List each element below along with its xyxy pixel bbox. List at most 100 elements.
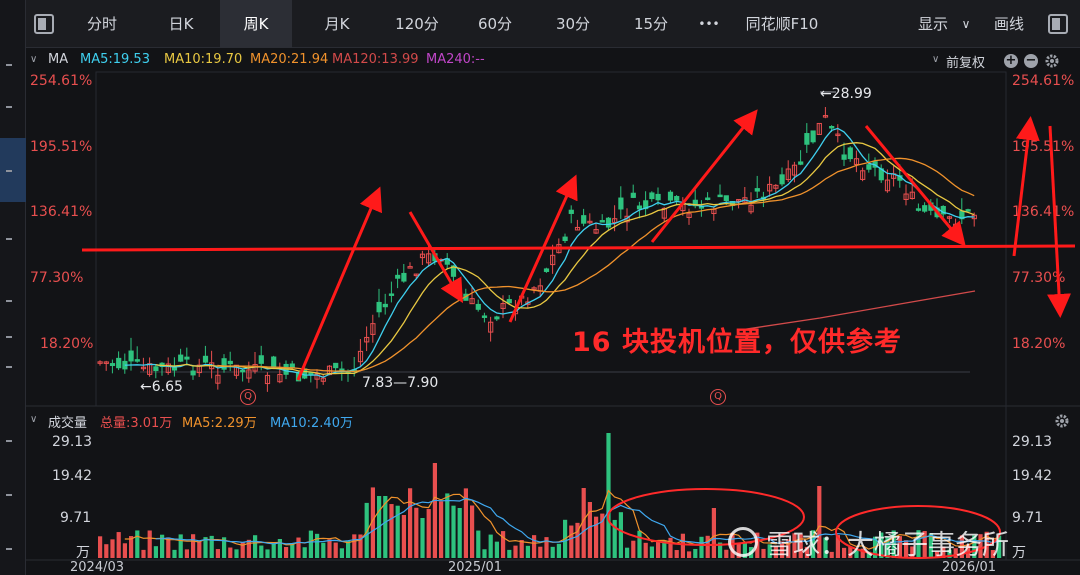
volume-bar <box>451 505 456 558</box>
candle-body <box>178 354 184 362</box>
low-price-marker: ←6.65 <box>140 379 183 395</box>
candle-body <box>915 208 922 211</box>
volume-bar <box>432 463 437 558</box>
volume-bar <box>122 543 127 558</box>
volume-bar <box>339 548 344 558</box>
candle-body <box>649 192 655 200</box>
high-price-value: 28.99 <box>831 86 872 102</box>
candle-body <box>667 191 674 201</box>
volume-bar <box>488 534 493 558</box>
volume-label[interactable]: 成交量 <box>48 412 87 431</box>
volume-bar <box>457 508 462 558</box>
candle-body <box>798 161 804 165</box>
candle-body <box>810 130 816 143</box>
volume-bar <box>253 535 258 558</box>
volume-bar <box>420 518 425 558</box>
volume-bar <box>699 536 704 558</box>
candle-body <box>171 367 178 371</box>
volume-bar <box>321 542 326 558</box>
low-price-value: 6.65 <box>151 379 183 395</box>
candle-body <box>866 164 872 170</box>
volume-bar <box>104 544 109 558</box>
candle-body <box>116 357 122 369</box>
candle-body <box>481 315 488 318</box>
volume-axis-label: 9.71 <box>60 510 92 526</box>
volume-bar <box>643 542 648 558</box>
volume-bar <box>482 549 487 558</box>
volume-bar <box>116 532 121 558</box>
collapse-chevron-icon[interactable]: ∨ <box>30 414 37 425</box>
trend-arrow <box>408 211 464 304</box>
volume-ma10: MA10:2.40万 <box>270 416 353 431</box>
volume-bar <box>668 537 673 558</box>
candle-body <box>599 220 605 223</box>
volume-bar <box>290 544 295 558</box>
volume-bar <box>445 493 450 558</box>
volume-bar <box>401 515 406 558</box>
candle-body <box>134 359 140 362</box>
candle-body <box>829 126 835 129</box>
candle-body <box>401 272 407 282</box>
volume-bar <box>259 545 264 558</box>
date-label: 2025/01 <box>448 560 503 575</box>
volume-bar <box>556 543 561 558</box>
volume-bar <box>674 550 679 558</box>
range-marker: 7.83—7.90 <box>362 375 439 391</box>
candle-body <box>494 316 500 320</box>
volume-bar <box>525 545 530 558</box>
candle-body <box>841 154 847 160</box>
volume-bar <box>494 541 499 558</box>
candle-body <box>723 195 729 202</box>
candle-body <box>618 197 624 210</box>
volume-bar <box>724 549 729 558</box>
support-line <box>81 244 1076 252</box>
candle-body <box>128 350 134 362</box>
event-q-icon[interactable]: Q <box>710 389 726 405</box>
volume-legend: ∨ 成交量 总量:3.01万 MA5:2.29万 MA10:2.40万 <box>26 408 1080 432</box>
candle-body <box>581 215 587 224</box>
volume-bar <box>705 535 710 558</box>
volume-bar <box>618 512 623 558</box>
volume-bar <box>197 541 202 558</box>
watermark-logo-icon <box>728 527 758 557</box>
candle-body <box>289 363 295 368</box>
volume-bar <box>439 501 444 558</box>
candle-body <box>109 363 116 367</box>
volume-bar <box>501 531 506 558</box>
trend-arrow <box>508 174 578 323</box>
trend-arrow <box>1047 125 1072 318</box>
volume-bar <box>215 549 220 558</box>
volume-axis-label: 19.42 <box>52 468 93 484</box>
candle-body <box>382 303 388 308</box>
volume-bar <box>587 502 592 558</box>
volume-bar <box>600 513 605 558</box>
volume-bar <box>408 488 413 558</box>
volume-bar <box>594 516 599 558</box>
volume-bar <box>271 543 276 558</box>
volume-bar <box>625 547 630 558</box>
volume-bar <box>191 534 196 558</box>
candle-body <box>153 366 159 372</box>
candle-body <box>395 274 401 279</box>
volume-bar <box>141 549 146 558</box>
volume-bar <box>98 536 103 558</box>
event-q-icon[interactable]: Q <box>240 389 256 405</box>
volume-bar <box>277 538 282 558</box>
volume-bar <box>153 546 158 558</box>
volume-axis-label-right: 19.42 <box>1012 468 1053 484</box>
kline-chart[interactable] <box>0 0 1080 575</box>
high-price-marker: ←28.99 <box>820 86 872 102</box>
candle-body <box>562 236 568 242</box>
overlay-note: 16 块投机位置，仅供参考 <box>572 327 902 358</box>
volume-bar <box>135 530 140 558</box>
volume-bar <box>426 509 431 558</box>
volume-settings-gear-icon[interactable] <box>1054 413 1070 429</box>
volume-bar <box>761 548 766 558</box>
candle-body <box>779 174 785 185</box>
candle-body <box>184 356 190 360</box>
trend-arrow <box>296 186 382 381</box>
candle-body <box>630 192 636 198</box>
candle-body <box>388 293 395 296</box>
volume-axis-label: 万 <box>76 545 90 561</box>
candle-body <box>965 209 971 212</box>
